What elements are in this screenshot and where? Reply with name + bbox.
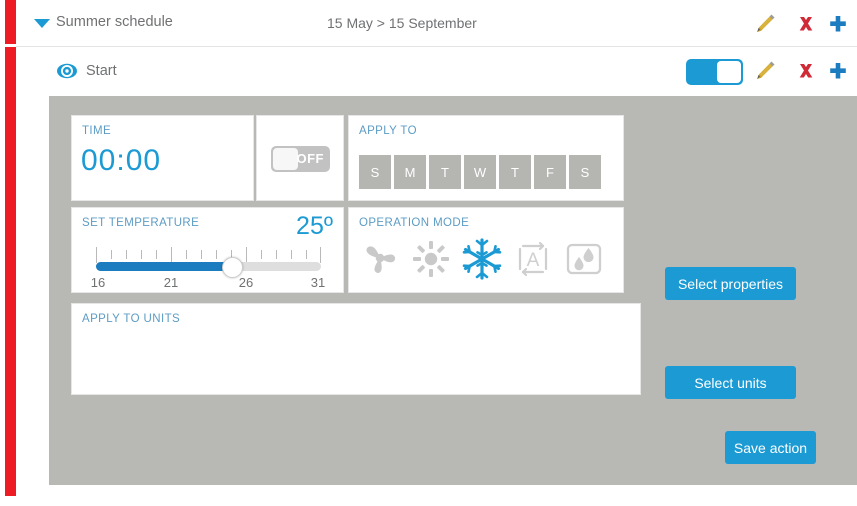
toggle-knob <box>717 61 741 83</box>
apply-to-units-label: APPLY TO UNITS <box>82 313 181 325</box>
dry-humidity-icon[interactable] <box>561 236 606 281</box>
day-button-thursday[interactable]: T <box>499 155 531 189</box>
toggle-knob <box>273 148 298 170</box>
action-status-bar <box>5 47 16 496</box>
action-editor-panel: TIME 00:00 OFF APPLY TO S M T W T F S SE… <box>49 96 857 485</box>
auto-mode-icon[interactable]: A <box>510 236 555 281</box>
temperature-slider[interactable]: 16 21 26 31 <box>91 247 325 291</box>
operation-mode-selector: A <box>357 236 606 281</box>
slider-tick-label: 26 <box>238 275 254 290</box>
schedule-status-bar-top <box>5 0 16 44</box>
set-temperature-card: SET TEMPERATURE 25º 16 21 26 31 <box>71 207 344 293</box>
slider-tick-label: 16 <box>90 275 106 290</box>
time-card: TIME 00:00 <box>71 115 254 201</box>
pencil-icon[interactable] <box>752 11 778 37</box>
slider-tick-label: 21 <box>163 275 179 290</box>
day-button-sunday[interactable]: S <box>359 155 391 189</box>
close-x-icon[interactable] <box>793 11 819 37</box>
power-card: OFF <box>256 115 344 201</box>
apply-to-card: APPLY TO S M T W T F S <box>348 115 624 201</box>
action-title: Start <box>86 63 117 79</box>
slider-tick-label: 31 <box>310 275 326 290</box>
select-units-button[interactable]: Select units <box>665 366 796 399</box>
slider-track-fill <box>96 262 231 271</box>
plus-icon[interactable] <box>825 11 851 37</box>
apply-to-units-card[interactable]: APPLY TO UNITS <box>71 303 641 395</box>
schedule-date-range: 15 May > 15 September <box>327 15 477 31</box>
slider-scale: 16 21 26 31 <box>91 275 325 291</box>
svg-text:A: A <box>526 250 539 271</box>
save-action-button[interactable]: Save action <box>725 431 816 464</box>
set-temperature-label: SET TEMPERATURE <box>82 217 200 229</box>
day-selector: S M T W T F S <box>359 155 601 189</box>
apply-to-label: APPLY TO <box>359 125 417 137</box>
day-button-saturday[interactable]: S <box>569 155 601 189</box>
schedule-title: Summer schedule <box>56 14 173 30</box>
chevron-down-icon[interactable] <box>34 19 50 28</box>
day-button-monday[interactable]: M <box>394 155 426 189</box>
power-toggle-label: OFF <box>296 151 324 166</box>
slider-track <box>96 262 321 271</box>
schedule-header-row: Summer schedule 15 May > 15 September <box>16 0 857 47</box>
day-button-friday[interactable]: F <box>534 155 566 189</box>
fan-icon[interactable] <box>357 236 402 281</box>
pencil-icon[interactable] <box>752 58 778 84</box>
day-button-wednesday[interactable]: W <box>464 155 496 189</box>
slider-ticks <box>96 247 321 263</box>
eye-icon[interactable] <box>56 60 78 82</box>
time-card-label: TIME <box>82 125 112 137</box>
operation-mode-label: OPERATION MODE <box>359 217 470 229</box>
action-header-row: Start <box>16 47 857 96</box>
set-temperature-value: 25º <box>296 212 333 240</box>
plus-icon[interactable] <box>825 58 851 84</box>
day-button-tuesday[interactable]: T <box>429 155 461 189</box>
snowflake-cool-icon[interactable] <box>459 236 504 281</box>
select-properties-button[interactable]: Select properties <box>665 267 796 300</box>
action-enable-toggle[interactable] <box>686 59 743 85</box>
operation-mode-card: OPERATION MODE A <box>348 207 624 293</box>
sun-heat-icon[interactable] <box>408 236 453 281</box>
power-toggle[interactable]: OFF <box>271 146 330 172</box>
time-value[interactable]: 00:00 <box>81 144 161 178</box>
close-x-icon[interactable] <box>793 58 819 84</box>
